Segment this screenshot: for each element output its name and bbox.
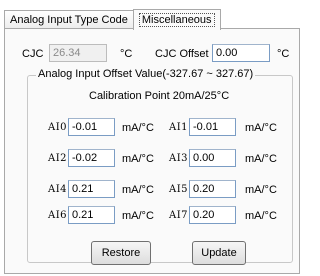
tab-strip: Analog Input Type Code Miscellaneous bbox=[4, 8, 221, 30]
tab-miscellaneous[interactable]: Miscellaneous bbox=[132, 9, 221, 30]
ai2-label: AI2 bbox=[48, 153, 68, 164]
cjc-label: CJC bbox=[22, 48, 44, 60]
tab-label: Miscellaneous bbox=[138, 13, 215, 27]
ai1-offset-input[interactable]: -0.01 bbox=[189, 118, 236, 136]
ai0-label: AI0 bbox=[48, 122, 68, 133]
miscellaneous-window: Analog Input Type Code Miscellaneous CJC… bbox=[0, 0, 304, 276]
ai6-label: AI6 bbox=[48, 210, 68, 221]
cjc-offset-label: CJC Offset bbox=[155, 48, 209, 60]
ai4-label: AI4 bbox=[48, 184, 68, 195]
tab-label: Analog Input Type Code bbox=[10, 14, 128, 26]
ai6-offset-input[interactable]: 0.21 bbox=[68, 206, 115, 224]
ai5-offset-input[interactable]: 0.20 bbox=[189, 180, 236, 198]
ai3-label: AI3 bbox=[169, 153, 189, 164]
restore-button[interactable]: Restore bbox=[91, 241, 151, 265]
ai7-offset-input[interactable]: 0.20 bbox=[189, 206, 236, 224]
ai5-unit: mA/°C bbox=[245, 184, 277, 196]
update-button[interactable]: Update bbox=[192, 241, 246, 265]
ai3-offset-input[interactable]: 0.00 bbox=[189, 149, 236, 167]
offset-groupbox bbox=[27, 75, 293, 263]
ai1-unit: mA/°C bbox=[245, 122, 277, 134]
ai3-unit: mA/°C bbox=[245, 153, 277, 165]
cjc-unit: °C bbox=[120, 48, 133, 60]
ai2-unit: mA/°C bbox=[122, 153, 154, 165]
tab-analog-input-type-code[interactable]: Analog Input Type Code bbox=[4, 10, 134, 29]
cjc-value-field: 26.34 bbox=[49, 44, 107, 62]
ai0-unit: mA/°C bbox=[122, 122, 154, 134]
ai7-label: AI7 bbox=[169, 210, 189, 221]
ai7-unit: mA/°C bbox=[245, 210, 277, 222]
offset-group-title: Analog Input Offset Value(-327.67 ~ 327.… bbox=[36, 68, 256, 80]
ai1-label: AI1 bbox=[169, 122, 189, 133]
calibration-point-text: Calibration Point 20mA/25°C bbox=[89, 90, 230, 102]
ai0-offset-input[interactable]: -0.01 bbox=[68, 118, 115, 136]
ai4-unit: mA/°C bbox=[122, 184, 154, 196]
ai5-label: AI5 bbox=[169, 184, 189, 195]
cjc-offset-unit: °C bbox=[277, 48, 290, 60]
ai4-offset-input[interactable]: 0.21 bbox=[68, 180, 115, 198]
miscellaneous-panel: CJC 26.34 °C CJC Offset 0.00 °C Analog I… bbox=[4, 28, 300, 274]
cjc-offset-input[interactable]: 0.00 bbox=[212, 44, 270, 62]
ai2-offset-input[interactable]: -0.02 bbox=[68, 149, 115, 167]
ai6-unit: mA/°C bbox=[122, 210, 154, 222]
